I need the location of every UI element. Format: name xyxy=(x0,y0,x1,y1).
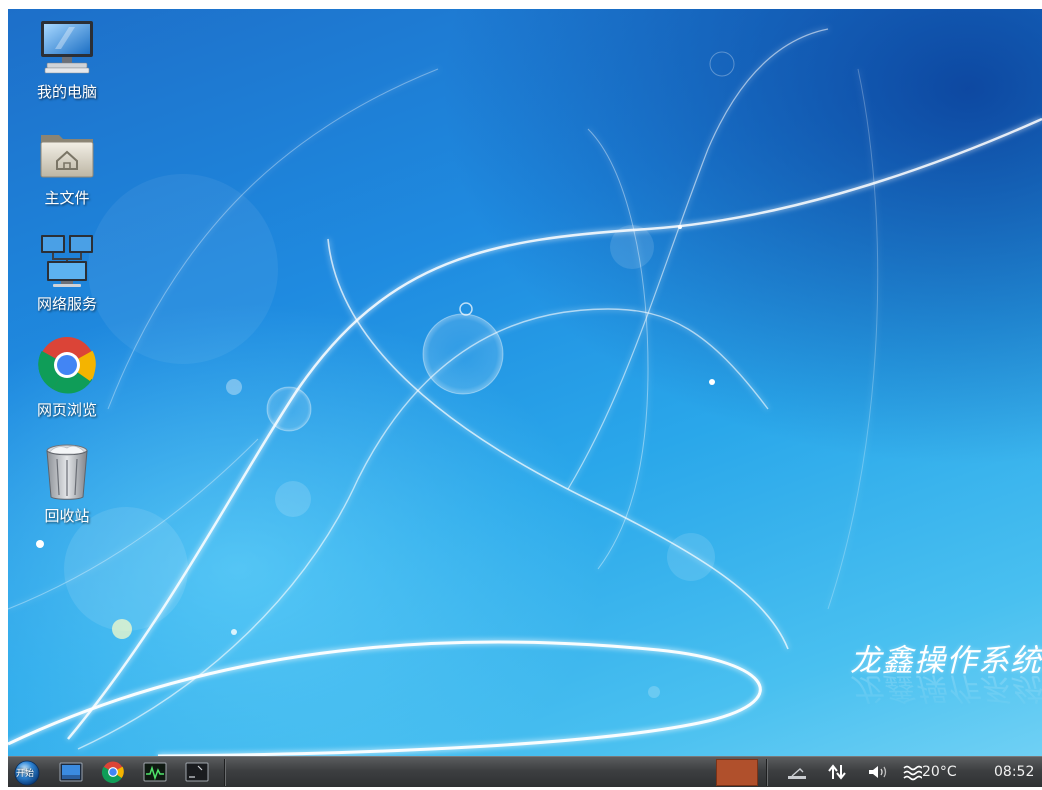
desktop-icon-my-computer[interactable]: 我的电脑 xyxy=(14,15,120,102)
start-label: 开始 xyxy=(16,769,35,779)
chrome-launcher[interactable] xyxy=(100,760,126,784)
chrome-icon xyxy=(101,761,124,784)
terminal-launcher[interactable] xyxy=(184,760,210,784)
show-desktop-launcher[interactable] xyxy=(58,760,84,784)
taskbar-separator xyxy=(766,759,767,786)
desktop-icon-label: 回收站 xyxy=(44,507,90,525)
desktop-icon-web-browser[interactable]: 网页浏览 xyxy=(14,333,120,420)
desktop-icon-home-folder[interactable]: 主文件 xyxy=(14,121,120,208)
computer-icon xyxy=(41,21,93,74)
desktop[interactable]: 龙鑫操作系统 龙鑫操作系统 我的电脑 主文件 网络服务 网页浏览 回收站 xyxy=(8,9,1042,756)
tray-removable-drive[interactable] xyxy=(786,762,808,782)
tray-temperature: 20°C xyxy=(922,764,957,780)
tray-clock[interactable]: 08:52 xyxy=(994,764,1034,780)
home-folder-icon xyxy=(40,135,94,178)
system-monitor-launcher[interactable] xyxy=(142,760,168,784)
taskbar-separator xyxy=(224,759,225,786)
show-desktop-icon xyxy=(59,762,83,782)
system-monitor-icon xyxy=(143,762,167,782)
desktop-icon-label: 网页浏览 xyxy=(36,401,97,419)
desktop-icon-network[interactable]: 网络服务 xyxy=(14,227,120,314)
trash-icon xyxy=(46,444,88,500)
terminal-icon xyxy=(185,762,209,782)
start-button[interactable]: 开始 xyxy=(12,760,42,786)
network-activity-icon xyxy=(828,764,846,780)
tray-network[interactable] xyxy=(826,762,848,782)
desktop-icon-label: 主文件 xyxy=(44,189,90,207)
desktop-icon-label: 我的电脑 xyxy=(36,83,97,101)
desktop-icon-label: 网络服务 xyxy=(36,295,97,313)
drive-icon xyxy=(788,768,806,779)
brand-logo-reflection: 龙鑫操作系统 xyxy=(850,670,1042,706)
weather-haze-icon xyxy=(903,765,923,781)
taskbar-active-window[interactable] xyxy=(716,759,758,786)
chrome-icon xyxy=(38,337,96,394)
volume-icon xyxy=(869,766,887,778)
tray-volume[interactable] xyxy=(866,762,892,782)
tray-weather[interactable] xyxy=(902,762,923,782)
desktop-icon-trash[interactable]: 回收站 xyxy=(14,439,120,526)
taskbar: 开始 20°C 08:52 xyxy=(8,756,1042,787)
network-icon xyxy=(41,235,93,287)
